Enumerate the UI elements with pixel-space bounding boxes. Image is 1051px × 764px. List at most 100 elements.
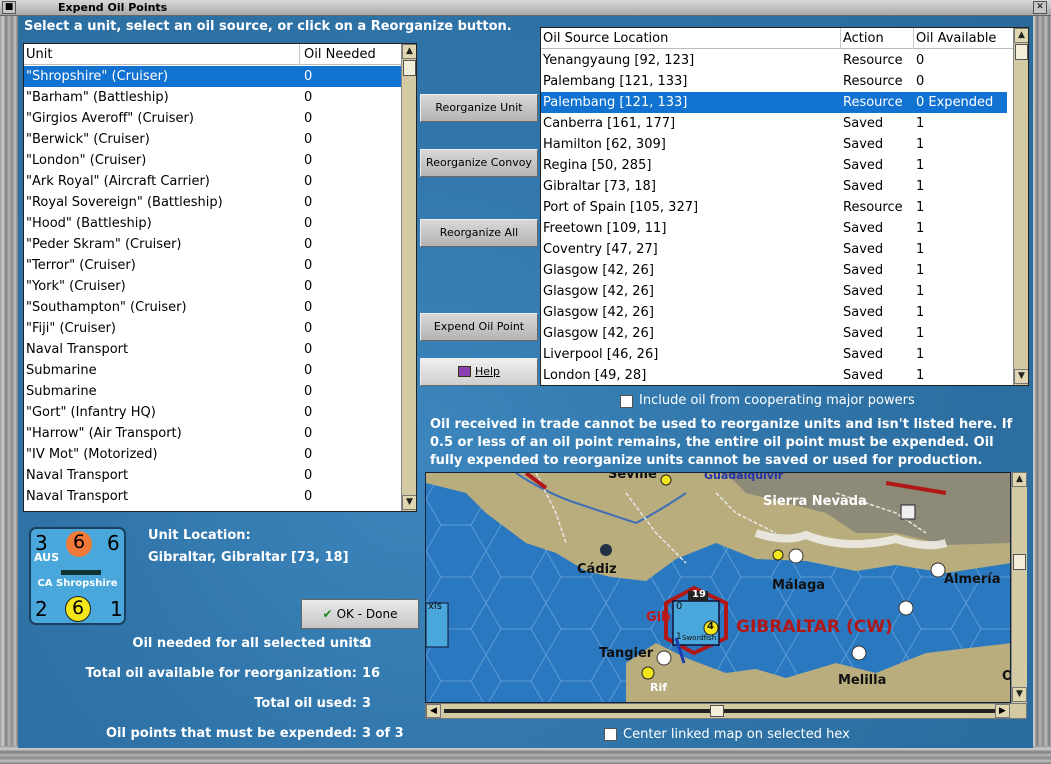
unit-row[interactable]: "Berwick" (Cruiser) 0 <box>24 129 401 150</box>
oil-source-row[interactable]: London [49, 28] Saved 1 <box>541 365 1007 385</box>
unit-row[interactable]: "Gort" (Infantry HQ) 0 <box>24 402 401 423</box>
map-hscroll[interactable]: ◀ ▶ <box>425 703 1027 719</box>
oil-action-cell: Saved <box>843 284 884 299</box>
oil-source-row[interactable]: Regina [50, 285] Saved 1 <box>541 155 1007 176</box>
col-header-unit[interactable]: Unit <box>24 44 300 65</box>
scroll-up-arrow[interactable]: ▲ <box>1012 472 1027 487</box>
scroll-right-arrow[interactable]: ▶ <box>995 704 1010 718</box>
oil-available-cell: 0 <box>916 74 925 89</box>
unit-row[interactable]: "Girgios Averoff" (Cruiser) 0 <box>24 108 401 129</box>
unit-row[interactable]: Naval Transport 0 <box>24 339 401 360</box>
scroll-up-arrow[interactable]: ▲ <box>402 44 416 59</box>
oil-source-row[interactable]: Port of Spain [105, 327] Resource 1 <box>541 197 1007 218</box>
unit-row[interactable]: "Royal Sovereign" (Battleship) 0 <box>24 192 401 213</box>
oil-source-row[interactable]: Liverpool [46, 26] Saved 1 <box>541 344 1007 365</box>
unit-row[interactable]: Submarine 0 <box>24 360 401 381</box>
oil-action-cell: Saved <box>843 347 884 362</box>
units-scrollbar[interactable]: ▲ ▼ <box>401 44 416 511</box>
oil-source-row[interactable]: Freetown [109, 11] Saved 1 <box>541 218 1007 239</box>
map-graphic <box>426 473 1010 702</box>
reorganize-all-button[interactable]: Reorganize All <box>420 219 538 247</box>
oil-location-cell: Glasgow [42, 26] <box>543 284 654 299</box>
oil-needed-cell: 0 <box>304 279 313 294</box>
map-vscroll[interactable]: ▲ ▼ <box>1011 472 1027 703</box>
oil-action-cell: Saved <box>843 137 884 152</box>
unit-name-cell: Naval Transport <box>26 489 129 504</box>
oil-source-row[interactable]: Gibraltar [73, 18] Saved 1 <box>541 176 1007 197</box>
scroll-down-arrow[interactable]: ▼ <box>1012 687 1027 702</box>
scroll-thumb[interactable] <box>1013 554 1026 570</box>
unit-row[interactable]: "Harrow" (Air Transport) 0 <box>24 423 401 444</box>
scroll-down-arrow[interactable]: ▼ <box>1014 369 1028 384</box>
unit-row[interactable]: "IV Mot" (Motorized) 0 <box>24 444 401 465</box>
oil-sources-table[interactable]: Oil Source Location Action Oil Available… <box>540 27 1029 386</box>
oil-available-cell: 1 <box>916 305 925 320</box>
oil-source-row[interactable]: Coventry [47, 27] Saved 1 <box>541 239 1007 260</box>
close-icon[interactable]: ✕ <box>1033 1 1047 14</box>
reorganize-unit-button[interactable]: Reorganize Unit <box>420 94 538 122</box>
unit-row[interactable]: "Southampton" (Cruiser) 0 <box>24 297 401 318</box>
col-header-action[interactable]: Action <box>841 28 914 49</box>
units-table[interactable]: Unit Oil Needed "Shropshire" (Cruiser) 0 "… <box>23 43 417 512</box>
unit-name-cell: "Fiji" (Cruiser) <box>26 321 116 336</box>
unit-row[interactable]: "Barham" (Battleship) 0 <box>24 87 401 108</box>
map-axis-counter: xis <box>428 601 442 612</box>
unit-row[interactable]: "Shropshire" (Cruiser) 0 <box>24 66 401 87</box>
oil-action-cell: Saved <box>843 305 884 320</box>
oil-available-cell: 0 <box>916 53 925 68</box>
oil-source-row[interactable]: Glasgow [42, 26] Saved 1 <box>541 281 1007 302</box>
scroll-down-arrow[interactable]: ▼ <box>402 495 416 510</box>
unit-row[interactable]: "London" (Cruiser) 0 <box>24 150 401 171</box>
col-header-oil-available[interactable]: Oil Available <box>914 28 1013 49</box>
title-bar[interactable]: ■ Expend Oil Points ✕ <box>0 0 1051 16</box>
oil-source-row[interactable]: Palembang [121, 133] Resource 0 Expended <box>541 92 1007 113</box>
oil-source-row[interactable]: Glasgow [42, 26] Saved 1 <box>541 302 1007 323</box>
col-header-oil-source[interactable]: Oil Source Location <box>541 28 841 49</box>
summary-value-needed: 0 <box>362 636 372 651</box>
expend-oil-point-button[interactable]: Expend Oil Point <box>420 313 538 341</box>
reorganize-convoy-button[interactable]: Reorganize Convoy <box>420 149 538 177</box>
center-linked-checkbox[interactable] <box>604 728 617 741</box>
unit-row[interactable]: "Peder Skram" (Cruiser) 0 <box>24 234 401 255</box>
unit-row[interactable]: "Fiji" (Cruiser) 0 <box>24 318 401 339</box>
include-cooperating-label[interactable]: Include oil from cooperating major power… <box>639 393 915 408</box>
scroll-thumb[interactable] <box>1015 44 1028 60</box>
oil-source-row[interactable]: Palembang [121, 133] Resource 0 <box>541 71 1007 92</box>
unit-row[interactable]: Naval Transport 0 <box>24 486 401 507</box>
oil-action-cell: Saved <box>843 179 884 194</box>
scroll-thumb[interactable] <box>710 705 724 717</box>
unit-row[interactable]: "Ark Royal" (Aircraft Carrier) 0 <box>24 171 401 192</box>
unit-name-cell: "Girgios Averoff" (Cruiser) <box>26 111 194 126</box>
oil-source-row[interactable]: Glasgow [42, 26] Saved 1 <box>541 323 1007 344</box>
oil-needed-cell: 0 <box>304 258 313 273</box>
oil-needed-cell: 0 <box>304 405 313 420</box>
map-label-sierra-nevada: Sierra Nevada <box>763 494 867 509</box>
oil-location-cell: Coventry [47, 27] <box>543 242 658 257</box>
system-menu-icon[interactable]: ■ <box>2 1 16 14</box>
linked-map[interactable]: Seville Guadalquivir Sierra Nevada Cádiz… <box>425 472 1011 703</box>
summary-value-used: 3 <box>362 696 372 711</box>
oil-scrollbar[interactable]: ▲ ▼ <box>1013 28 1028 385</box>
include-cooperating-checkbox[interactable] <box>620 395 633 408</box>
oil-source-row[interactable]: Glasgow [42, 26] Saved 1 <box>541 260 1007 281</box>
unit-row[interactable]: "Terror" (Cruiser) 0 <box>24 255 401 276</box>
scroll-track[interactable] <box>444 709 1009 713</box>
scroll-up-arrow[interactable]: ▲ <box>1014 28 1028 43</box>
help-button[interactable]: Help <box>420 358 538 386</box>
ok-done-button[interactable]: ✔ OK - Done <box>301 599 419 629</box>
unit-row[interactable]: "York" (Cruiser) 0 <box>24 276 401 297</box>
oil-table-header: Oil Source Location Action Oil Available <box>541 28 1013 49</box>
bottom-frame <box>0 746 1051 764</box>
scroll-left-arrow[interactable]: ◀ <box>426 704 441 718</box>
scroll-thumb[interactable] <box>403 60 416 76</box>
oil-source-row[interactable]: Hamilton [62, 309] Saved 1 <box>541 134 1007 155</box>
unit-row[interactable]: Submarine 0 <box>24 381 401 402</box>
col-header-oil-needed[interactable]: Oil Needed <box>300 44 400 65</box>
unit-row[interactable]: "Hood" (Battleship) 0 <box>24 213 401 234</box>
unit-row[interactable]: Naval Transport 0 <box>24 465 401 486</box>
oil-available-cell: 1 <box>916 347 925 362</box>
oil-location-cell: Glasgow [42, 26] <box>543 305 654 320</box>
oil-source-row[interactable]: Canberra [161, 177] Saved 1 <box>541 113 1007 134</box>
oil-source-row[interactable]: Yenangyaung [92, 123] Resource 0 <box>541 50 1007 71</box>
center-linked-label[interactable]: Center linked map on selected hex <box>623 727 850 742</box>
